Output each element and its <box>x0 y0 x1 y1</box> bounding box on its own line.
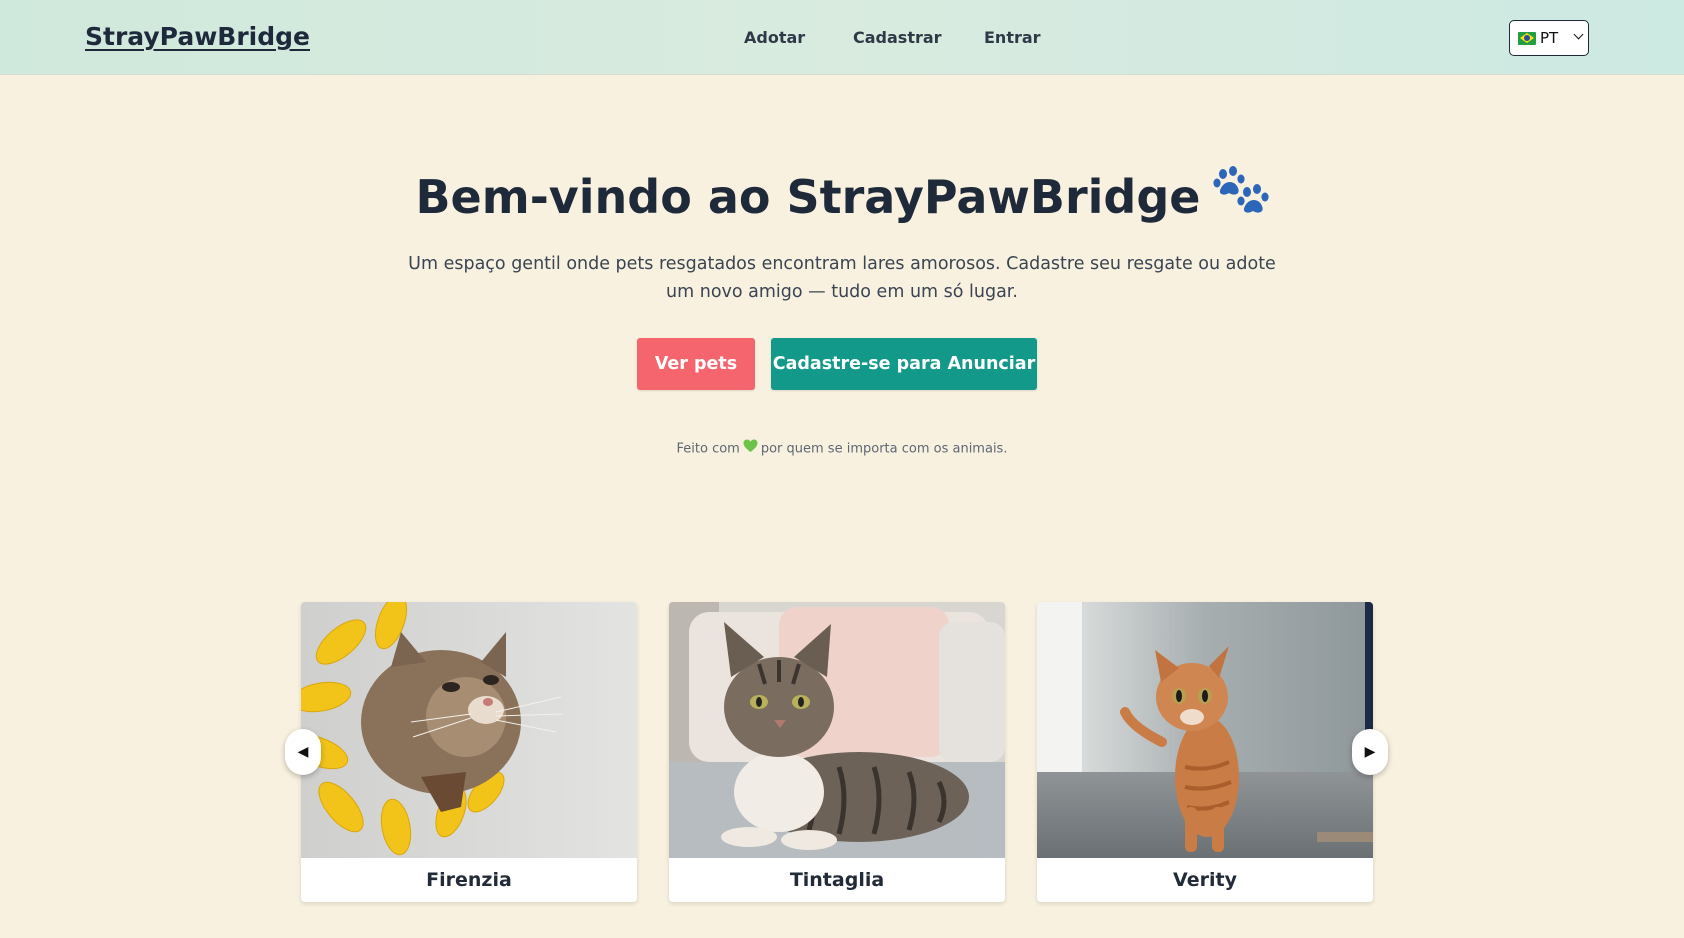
pet-card[interactable]: Firenzia <box>301 602 637 902</box>
pet-name: Firenzia <box>426 869 512 891</box>
pet-photo <box>669 602 1005 858</box>
hero-subtitle: Um espaço gentil onde pets resgatados en… <box>408 254 1276 302</box>
chevron-down-icon <box>1573 29 1584 40</box>
carousel-next-button[interactable]: ▶ <box>1352 729 1388 775</box>
made-with-note: Feito com por quem se importa com os anim… <box>0 439 1684 458</box>
brazil-flag-icon <box>1518 31 1536 45</box>
pet-name: Verity <box>1173 869 1237 891</box>
pet-name: Tintaglia <box>789 869 885 891</box>
pet-card[interactable]: Tintaglia <box>669 602 1005 902</box>
language-select[interactable]: PT <box>1509 20 1589 56</box>
paw-prints-icon <box>1212 166 1269 227</box>
made-with-suffix: por quem se importa com os animais. <box>760 441 1008 457</box>
carousel-prev-button[interactable]: ◀ <box>285 729 321 775</box>
register-to-list-button[interactable]: Cadastre-se para Anunciar <box>771 338 1037 390</box>
language-select-value: PT <box>1540 29 1559 47</box>
nav-entrar[interactable]: Entrar <box>984 28 1041 47</box>
nav-adotar[interactable]: Adotar <box>744 28 805 47</box>
view-pets-button[interactable]: Ver pets <box>637 338 755 390</box>
page-title-text: Bem-vindo ao StrayPawBridge <box>415 170 1201 224</box>
pet-photo <box>1037 602 1373 858</box>
pet-card[interactable]: Verity <box>1037 602 1373 902</box>
site-logo[interactable]: StrayPawBridge <box>85 22 310 51</box>
nav-cadastrar[interactable]: Cadastrar <box>853 28 942 47</box>
green-heart-icon <box>743 439 758 457</box>
pet-photo <box>301 602 637 858</box>
made-with-prefix: Feito com <box>676 441 740 457</box>
arrow-right-icon: ▶ <box>1364 744 1376 760</box>
page-title: Bem-vindo ao StrayPawBridge <box>0 166 1684 231</box>
arrow-left-icon: ◀ <box>297 744 309 760</box>
top-navbar: StrayPawBridge Adotar Cadastrar Entrar P… <box>0 0 1684 75</box>
